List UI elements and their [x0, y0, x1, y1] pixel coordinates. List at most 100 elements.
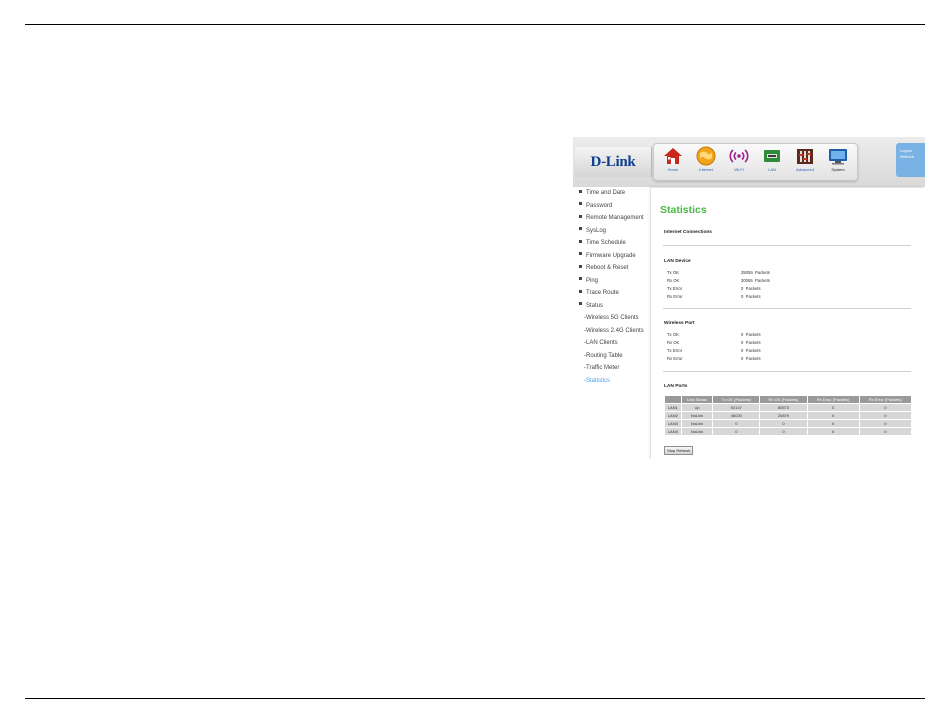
nav-advanced[interactable]: Advanced: [790, 146, 820, 178]
table-cell: 0: [859, 420, 911, 427]
bullet-icon: [579, 289, 582, 293]
sidebar-subitem-wireless-5g-clients[interactable]: -Wireless 5G Clients: [584, 314, 639, 322]
table-cell: LAN3: [665, 420, 681, 427]
column-header: Tx OK (Packets): [713, 396, 760, 403]
nav-lan-label: LAN: [768, 167, 776, 172]
table-header-row: Link Status Tx OK (Packets) Rx OK (Packe…: [665, 396, 911, 403]
wireless-tx-ok-label: Tx OK: [667, 332, 679, 337]
column-header: Rx Drop (Packets): [807, 396, 859, 403]
lan-icon: [764, 150, 780, 162]
sidebar-item-password[interactable]: Password: [579, 202, 612, 210]
bullet-icon: [579, 227, 582, 231]
stop-refresh-button[interactable]: Stop Refresh: [664, 446, 694, 455]
nav-lan[interactable]: LAN: [757, 146, 787, 178]
column-header: Link Status: [681, 396, 713, 403]
sidebar-subitem-traffic-meter[interactable]: -Traffic Meter: [584, 364, 619, 372]
table-cell: 80573: [760, 404, 807, 411]
wireless-rx-error-label: Rx Error: [667, 356, 683, 361]
dlink-logo[interactable]: D-Link: [575, 147, 652, 177]
table-row: LAN1 Up 92147 80573 0 0: [665, 404, 911, 411]
nav-system-label: System: [831, 167, 845, 172]
wireless-rx-ok-value: 0 Packets: [741, 340, 761, 345]
lan-ports-heading: LAN Ports: [664, 384, 688, 389]
sidebar-subitem-routing-table[interactable]: -Routing Table: [584, 352, 623, 360]
table-cell: 0: [859, 412, 911, 419]
nav-home-label: Home: [667, 167, 679, 172]
lan-device-heading: LAN Device: [664, 259, 691, 264]
nav-system[interactable]: System: [823, 146, 853, 178]
table-cell: 0: [859, 428, 911, 435]
table-cell: 0: [807, 420, 859, 427]
session-panel: Logout Refresh: [896, 143, 925, 177]
lan-device-rx-error-value: 0 Packets: [741, 294, 761, 299]
page-rule-bottom: [25, 698, 925, 699]
sidebar-item-syslog[interactable]: SysLog: [579, 227, 606, 235]
sidebar-item-remote-management[interactable]: Remote Management: [579, 214, 644, 222]
table-cell: NoLink: [681, 428, 713, 435]
bullet-icon: [579, 277, 582, 281]
internet-connections-heading: Internet Connections: [664, 230, 712, 235]
wireless-rx-ok-label: Rx OK: [667, 340, 680, 345]
nav-wifi-label: Wi-Fi: [734, 167, 744, 172]
divider: [663, 308, 911, 309]
wireless-tx-ok-value: 0 Packets: [741, 332, 761, 337]
table-cell: 0: [713, 428, 760, 435]
lan-ports-table: Link Status Tx OK (Packets) Rx OK (Packe…: [664, 395, 912, 436]
house-icon: [664, 148, 682, 164]
lan-device-tx-error-label: Tx Error: [667, 286, 683, 291]
table-row: LAN2 NoLink 46020 20879 0 0: [665, 412, 911, 419]
table-row: LAN3 NoLink 0 0 0 0: [665, 420, 911, 427]
refresh-link[interactable]: Refresh: [900, 154, 925, 160]
table-cell: 0: [807, 412, 859, 419]
table-cell: LAN1: [665, 404, 681, 411]
nav-advanced-label: Advanced: [796, 167, 814, 172]
sidebar-subitem-lan-clients[interactable]: -LAN Clients: [584, 339, 618, 347]
lan-device-rx-ok-label: Rx OK: [667, 278, 680, 283]
sidebar-subitem-wireless-24g-clients[interactable]: -Wireless 2.4G Clients: [584, 327, 644, 335]
sidebar-item-reboot-reset[interactable]: Reboot & Reset: [579, 264, 628, 272]
table-cell: 0: [859, 404, 911, 411]
bullet-icon: [579, 202, 582, 206]
page-rule-top: [25, 24, 925, 25]
nav-wifi[interactable]: Wi-Fi: [724, 146, 754, 178]
sidebar-item-trace-route[interactable]: Trace Route: [579, 289, 619, 297]
lan-device-rx-error-label: Rx Error: [667, 294, 683, 299]
content-panel: Statistics Internet Connections LAN Devi…: [650, 187, 923, 459]
sidebar-subitem-statistics[interactable]: -Statistics: [584, 377, 610, 385]
sidebar-item-time-and-date[interactable]: Time and Date: [579, 189, 625, 197]
table-cell: 0: [760, 420, 807, 427]
column-header: [665, 396, 681, 403]
table-cell: 46020: [713, 412, 760, 419]
sidebar-item-firmware-upgrade[interactable]: Firmware Upgrade: [579, 252, 636, 260]
page-title: Statistics: [660, 204, 707, 216]
header: D-Link Home Internet Wi-Fi LAN Advanced …: [573, 137, 925, 187]
bullet-icon: [579, 239, 582, 243]
wireless-tx-error-value: 0 Packets: [741, 348, 761, 353]
nav-internet[interactable]: Internet: [691, 146, 721, 178]
nav-home[interactable]: Home: [658, 146, 688, 178]
wireless-port-heading: Wireless Port: [664, 321, 695, 326]
logo-text: D-Link: [590, 153, 636, 170]
table-cell: Up: [681, 404, 713, 411]
table-cell: 20879: [760, 412, 807, 419]
wifi-icon: [729, 149, 749, 163]
wireless-rx-error-value: 0 Packets: [741, 356, 761, 361]
bullet-icon: [579, 264, 582, 268]
sidebar-item-status[interactable]: Status: [579, 302, 603, 310]
sidebar-item-time-schedule[interactable]: Time Schedule: [579, 239, 626, 247]
monitor-icon: [829, 149, 847, 165]
lan-device-tx-error-value: 0 Packets: [741, 286, 761, 291]
bullet-icon: [579, 189, 582, 193]
column-header: Rx Error (Packets): [859, 396, 911, 403]
bullet-icon: [579, 214, 582, 218]
table-cell: NoLink: [681, 420, 713, 427]
table-cell: 92147: [713, 404, 760, 411]
lan-device-rx-ok-value: 30065 Packets: [741, 278, 770, 283]
table-cell: 0: [807, 404, 859, 411]
table-cell: 0: [760, 428, 807, 435]
table-cell: LAN4: [665, 428, 681, 435]
globe-icon: [696, 146, 716, 166]
sidebar-item-ping[interactable]: Ping: [579, 277, 598, 285]
lan-device-tx-ok-value: 35059 Packets: [741, 270, 770, 275]
divider: [663, 371, 911, 372]
